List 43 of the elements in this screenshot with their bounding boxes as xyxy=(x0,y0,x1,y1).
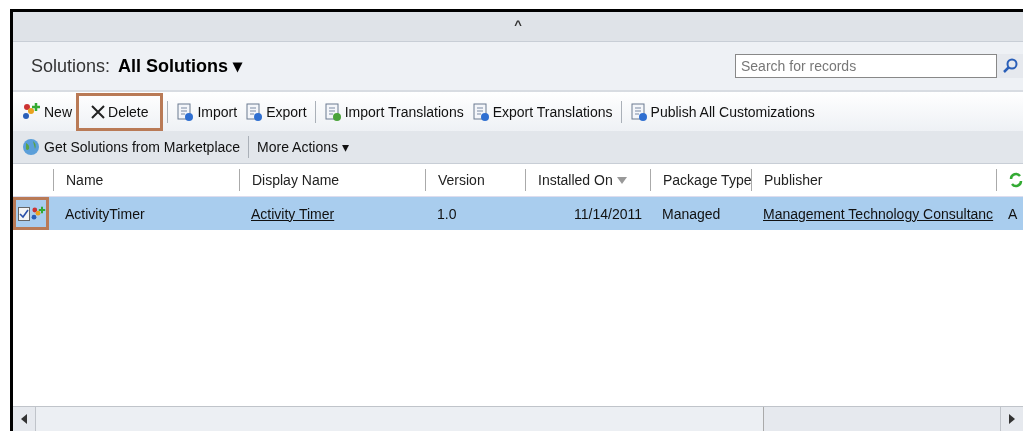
sort-down-icon xyxy=(616,176,627,184)
column-header[interactable]: Version xyxy=(425,169,525,191)
toolbar-button[interactable]: Import Translations xyxy=(319,97,468,126)
search-field[interactable]: Search for records xyxy=(735,54,997,78)
table-row[interactable]: ActivityTimer Activity Timer 1.0 11/14/2011 Managed Management Technology Consultanc A xyxy=(13,197,1023,230)
globe-icon xyxy=(21,137,41,157)
toolbar-button[interactable]: Publish All Customizations xyxy=(625,97,819,126)
table-link[interactable]: Activity Timer xyxy=(239,205,425,222)
table-cell-text: 1.0 xyxy=(436,205,458,222)
toolbar-button[interactable]: Import xyxy=(172,97,242,126)
collapse-toggle[interactable]: ^ xyxy=(508,12,528,32)
people-plus-icon xyxy=(21,101,41,122)
left-arrow-icon xyxy=(21,414,27,424)
table-link[interactable]: Management Technology Consultanc xyxy=(751,205,996,222)
column-header[interactable]: Installed On xyxy=(525,169,650,191)
column-header[interactable]: Name xyxy=(53,169,239,191)
view-selector[interactable]: All Solutions ▾ xyxy=(118,55,243,77)
toolbar-button[interactable]: More Actions ▾ xyxy=(253,133,353,161)
refresh-icon[interactable] xyxy=(1009,172,1023,188)
table-cell-text: Managed xyxy=(661,205,722,222)
view-label: Solutions: xyxy=(31,55,111,77)
scrollbar-thumb[interactable] xyxy=(36,407,764,431)
column-header[interactable]: Display Name xyxy=(239,169,425,191)
table-cell-text: ActivityTimer xyxy=(64,205,146,222)
row-checkbox[interactable] xyxy=(18,206,30,221)
column-header[interactable]: Package Type xyxy=(650,169,751,191)
right-arrow-icon xyxy=(1009,414,1015,424)
table-cell-text: A xyxy=(1007,205,1019,222)
document-icon xyxy=(323,101,342,122)
column-header[interactable]: Publisher xyxy=(751,169,996,191)
table-cell-text: 11/14/2011 xyxy=(573,205,643,222)
toolbar-button[interactable]: Get Solutions from Marketplace xyxy=(17,133,245,161)
toolbar-button[interactable]: New xyxy=(17,97,76,126)
search-icon xyxy=(1002,58,1018,74)
document-icon xyxy=(245,101,264,122)
toolbar-button[interactable]: Export Translations xyxy=(467,97,617,126)
toolbar-button[interactable]: Export xyxy=(241,97,311,126)
document-icon xyxy=(629,101,648,122)
search-button[interactable] xyxy=(997,54,1023,78)
document-icon xyxy=(176,101,195,122)
toolbar-button[interactable]: Delete xyxy=(76,92,164,131)
close-icon xyxy=(91,104,105,119)
document-icon xyxy=(471,101,490,122)
